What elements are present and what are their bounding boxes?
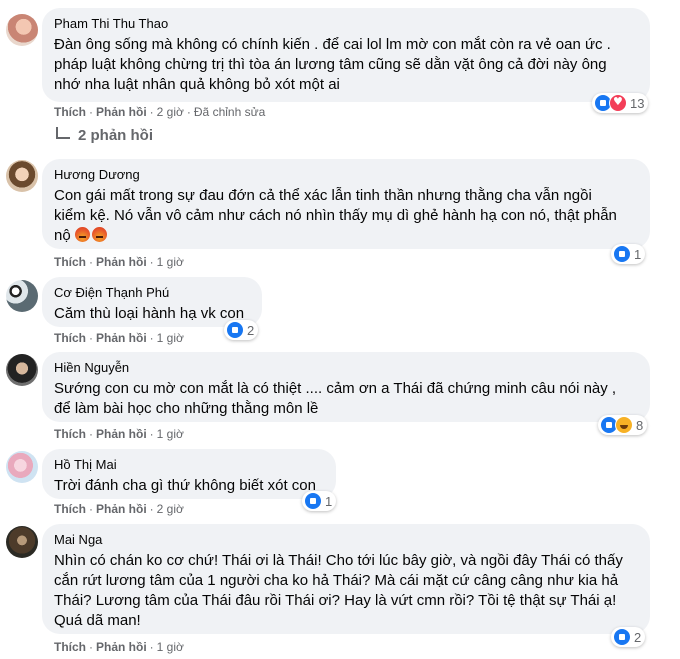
- comment-text: Con gái mất trong sự đau đớn cả thể xác …: [54, 187, 617, 244]
- comment-time[interactable]: 1 giờ: [157, 640, 184, 654]
- comment-actions: Thích · Phản hồi · 2 giờ: [54, 502, 184, 516]
- comment-actions: Thích · Phản hồi · 1 giờ: [54, 331, 184, 345]
- comment-actions: Thích · Phản hồi · 2 giờ · Đã chỉnh sửa: [54, 105, 266, 119]
- avatar[interactable]: [6, 280, 38, 312]
- reply-link[interactable]: Phản hồi: [96, 255, 147, 269]
- like-link[interactable]: Thích: [54, 427, 86, 441]
- reply-link[interactable]: Phản hồi: [96, 331, 147, 345]
- like-icon: [304, 492, 322, 510]
- comment-author[interactable]: Mai Nga: [54, 532, 638, 548]
- comment-author[interactable]: Pham Thi Thu Thao: [54, 16, 638, 32]
- angry-emoji-icon: [74, 227, 90, 242]
- like-link[interactable]: Thích: [54, 640, 86, 654]
- like-link[interactable]: Thích: [54, 331, 86, 345]
- reaction-count: 2: [634, 629, 642, 645]
- angry-emoji-icon: [91, 227, 107, 242]
- comment-bubble: Hương Dương Con gái mất trong sự đau đớn…: [42, 159, 650, 249]
- reaction-summary[interactable]: 1: [611, 244, 646, 264]
- avatar[interactable]: [6, 160, 38, 192]
- comment-time[interactable]: 2 giờ: [157, 105, 184, 119]
- comment-text: Nhìn có chán ko cơ chứ! Thái ơi là Thái!…: [54, 552, 623, 629]
- comment-text: Trời đánh cha gì thứ không biết xót con: [54, 477, 316, 494]
- reaction-summary[interactable]: 2: [611, 627, 646, 647]
- avatar[interactable]: [6, 451, 38, 483]
- reply-link[interactable]: Phản hồi: [96, 427, 147, 441]
- comment-time[interactable]: 2 giờ: [157, 502, 184, 516]
- avatar[interactable]: [6, 14, 38, 46]
- comment-text: Sướng con cu mờ con mắt là có thiệt ....…: [54, 380, 617, 417]
- comment-bubble: Hồ Thị Mai Trời đánh cha gì thứ không bi…: [42, 449, 336, 499]
- reply-arrow-icon: [56, 126, 70, 139]
- reaction-count: 13: [630, 95, 645, 111]
- like-icon: [613, 628, 631, 646]
- reaction-count: 2: [247, 322, 255, 338]
- comment-text: Đàn ông sống mà không có chính kiến . để…: [54, 36, 611, 93]
- like-icon: [226, 321, 244, 339]
- reaction-count: 8: [636, 417, 644, 433]
- love-icon: [609, 94, 627, 112]
- edited-label: Đã chỉnh sửa: [193, 105, 266, 119]
- reaction-count: 1: [325, 493, 333, 509]
- haha-icon: [615, 416, 633, 434]
- comment-text: Căm thù loại hành hạ vk con: [54, 305, 245, 322]
- comment-time[interactable]: 1 giờ: [157, 331, 184, 345]
- comment-bubble: Hiền Nguyễn Sướng con cu mờ con mắt là c…: [42, 352, 650, 422]
- comment-bubble: Pham Thi Thu Thao Đàn ông sống mà không …: [42, 8, 650, 102]
- reaction-count: 1: [634, 246, 642, 262]
- comment-bubble: Mai Nga Nhìn có chán ko cơ chứ! Thái ơi …: [42, 524, 650, 634]
- like-icon: [613, 245, 631, 263]
- reply-link[interactable]: Phản hồi: [96, 502, 147, 516]
- replies-count: 2 phản hồi: [78, 127, 153, 144]
- comment-actions: Thích · Phản hồi · 1 giờ: [54, 255, 184, 269]
- comment-time[interactable]: 1 giờ: [157, 255, 184, 269]
- reaction-summary[interactable]: 8: [598, 415, 648, 435]
- avatar[interactable]: [6, 354, 38, 386]
- comment-actions: Thích · Phản hồi · 1 giờ: [54, 427, 184, 441]
- comment-actions: Thích · Phản hồi · 1 giờ: [54, 640, 184, 654]
- comment-author[interactable]: Cơ Điện Thạnh Phú: [54, 285, 250, 301]
- avatar[interactable]: [6, 526, 38, 558]
- like-link[interactable]: Thích: [54, 105, 86, 119]
- comment-time[interactable]: 1 giờ: [157, 427, 184, 441]
- reply-link[interactable]: Phản hồi: [96, 105, 147, 119]
- like-link[interactable]: Thích: [54, 255, 86, 269]
- comment-bubble: Cơ Điện Thạnh Phú Căm thù loại hành hạ v…: [42, 277, 262, 327]
- reaction-summary[interactable]: 2: [224, 320, 259, 340]
- like-link[interactable]: Thích: [54, 502, 86, 516]
- view-replies-link[interactable]: 2 phản hồi: [56, 126, 153, 144]
- comment-author[interactable]: Hương Dương: [54, 167, 638, 183]
- reaction-summary[interactable]: 1: [302, 491, 337, 511]
- comment-author[interactable]: Hồ Thị Mai: [54, 457, 324, 473]
- reaction-summary[interactable]: 13: [592, 93, 649, 113]
- comment-author[interactable]: Hiền Nguyễn: [54, 360, 638, 376]
- reply-link[interactable]: Phản hồi: [96, 640, 147, 654]
